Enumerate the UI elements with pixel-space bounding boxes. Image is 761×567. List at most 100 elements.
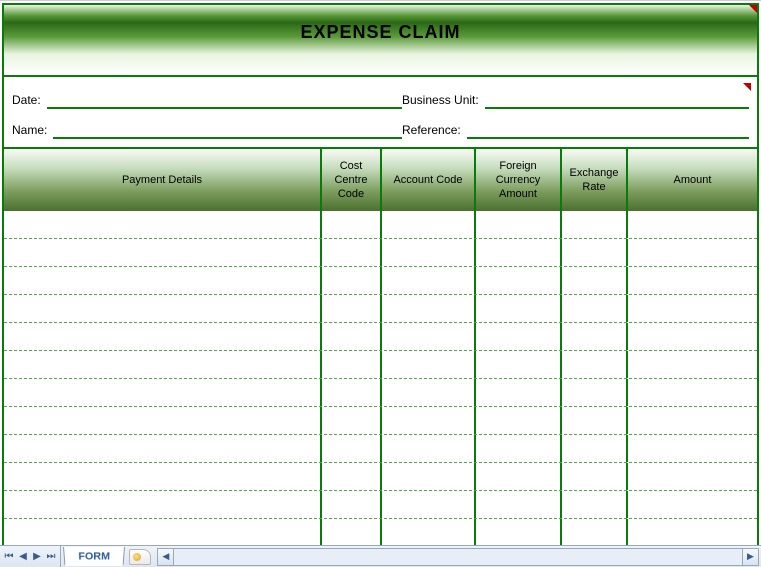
business-unit-input[interactable] (485, 87, 749, 109)
table-row[interactable] (4, 295, 757, 323)
table-cell[interactable] (322, 435, 382, 462)
table-cell[interactable] (322, 519, 382, 545)
table-cell[interactable] (4, 239, 322, 266)
table-cell[interactable] (476, 491, 562, 518)
header-foreign-currency-amount: Foreign Currency Amount (476, 149, 562, 211)
table-cell[interactable] (562, 491, 628, 518)
table-cell[interactable] (562, 211, 628, 238)
table-cell[interactable] (4, 407, 322, 434)
table-cell[interactable] (562, 239, 628, 266)
comment-indicator-icon[interactable] (749, 5, 757, 13)
table-cell[interactable] (4, 351, 322, 378)
table-cell[interactable] (4, 295, 322, 322)
table-cell[interactable] (382, 463, 476, 490)
table-cell[interactable] (4, 323, 322, 350)
table-cell[interactable] (382, 491, 476, 518)
table-cell[interactable] (382, 351, 476, 378)
table-cell[interactable] (476, 519, 562, 545)
table-cell[interactable] (4, 435, 322, 462)
table-cell[interactable] (382, 407, 476, 434)
scroll-left-icon[interactable]: ◀ (158, 549, 174, 565)
name-input[interactable] (53, 117, 402, 139)
table-cell[interactable] (382, 239, 476, 266)
next-sheet-icon[interactable]: ▶ (30, 548, 44, 566)
table-cell[interactable] (382, 519, 476, 545)
table-cell[interactable] (322, 463, 382, 490)
table-row[interactable] (4, 379, 757, 407)
table-cell[interactable] (382, 435, 476, 462)
table-cell[interactable] (322, 351, 382, 378)
date-input[interactable] (47, 87, 402, 109)
table-row[interactable] (4, 351, 757, 379)
table-cell[interactable] (628, 239, 757, 266)
table-row[interactable] (4, 491, 757, 519)
table-row[interactable] (4, 519, 757, 545)
table-row[interactable] (4, 323, 757, 351)
table-row[interactable] (4, 211, 757, 239)
table-cell[interactable] (562, 351, 628, 378)
table-cell[interactable] (628, 211, 757, 238)
table-cell[interactable] (4, 519, 322, 545)
table-cell[interactable] (562, 435, 628, 462)
table-cell[interactable] (628, 351, 757, 378)
sheet-tab-form[interactable]: FORM (63, 547, 125, 566)
table-cell[interactable] (322, 211, 382, 238)
table-row[interactable] (4, 463, 757, 491)
table-cell[interactable] (476, 351, 562, 378)
table-cell[interactable] (476, 295, 562, 322)
table-row[interactable] (4, 239, 757, 267)
table-cell[interactable] (476, 379, 562, 406)
table-row[interactable] (4, 435, 757, 463)
table-cell[interactable] (476, 435, 562, 462)
table-cell[interactable] (382, 267, 476, 294)
prev-sheet-icon[interactable]: ◀ (16, 548, 30, 566)
table-row[interactable] (4, 267, 757, 295)
last-sheet-icon[interactable]: ⏭ (44, 548, 58, 566)
table-cell[interactable] (322, 267, 382, 294)
table-cell[interactable] (628, 295, 757, 322)
table-cell[interactable] (562, 379, 628, 406)
comment-indicator-icon[interactable] (743, 83, 751, 91)
table-cell[interactable] (476, 407, 562, 434)
table-cell[interactable] (628, 519, 757, 545)
table-cell[interactable] (4, 491, 322, 518)
table-cell[interactable] (4, 211, 322, 238)
table-cell[interactable] (4, 463, 322, 490)
table-cell[interactable] (562, 267, 628, 294)
table-cell[interactable] (628, 407, 757, 434)
reference-input[interactable] (467, 117, 749, 139)
table-cell[interactable] (562, 407, 628, 434)
table-cell[interactable] (628, 463, 757, 490)
table-cell[interactable] (382, 295, 476, 322)
table-cell[interactable] (476, 239, 562, 266)
table-cell[interactable] (4, 379, 322, 406)
table-cell[interactable] (628, 435, 757, 462)
table-cell[interactable] (322, 379, 382, 406)
table-row[interactable] (4, 407, 757, 435)
table-cell[interactable] (562, 323, 628, 350)
table-cell[interactable] (4, 267, 322, 294)
first-sheet-icon[interactable]: ⏮ (2, 548, 16, 566)
table-cell[interactable] (628, 323, 757, 350)
table-cell[interactable] (382, 323, 476, 350)
new-sheet-icon[interactable] (129, 549, 151, 565)
table-cell[interactable] (628, 491, 757, 518)
table-cell[interactable] (476, 267, 562, 294)
table-cell[interactable] (628, 379, 757, 406)
table-cell[interactable] (322, 239, 382, 266)
table-cell[interactable] (562, 295, 628, 322)
table-cell[interactable] (382, 379, 476, 406)
table-cell[interactable] (476, 323, 562, 350)
table-cell[interactable] (322, 323, 382, 350)
table-cell[interactable] (628, 267, 757, 294)
table-cell[interactable] (322, 407, 382, 434)
table-cell[interactable] (476, 463, 562, 490)
table-cell[interactable] (322, 491, 382, 518)
horizontal-scrollbar[interactable]: ◀ ▶ (157, 548, 759, 566)
table-cell[interactable] (322, 295, 382, 322)
table-cell[interactable] (562, 463, 628, 490)
table-cell[interactable] (476, 211, 562, 238)
table-cell[interactable] (562, 519, 628, 545)
scroll-right-icon[interactable]: ▶ (742, 549, 758, 565)
table-cell[interactable] (382, 211, 476, 238)
